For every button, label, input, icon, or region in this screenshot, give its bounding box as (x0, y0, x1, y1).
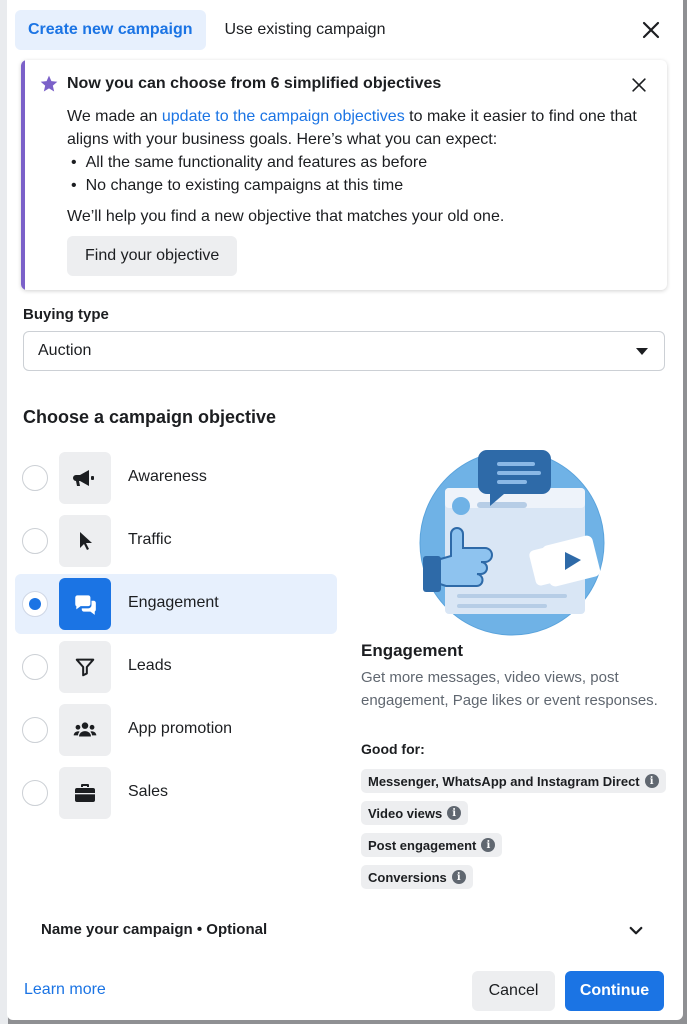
notice-accent-bar (21, 60, 25, 290)
chip-label: Post engagement (368, 837, 477, 853)
radio-button[interactable] (22, 591, 48, 617)
people-icon (59, 704, 111, 756)
objective-label: Traffic (128, 531, 172, 548)
notice-help-text: We’ll help you find a new objective that… (67, 208, 505, 225)
tab-use-existing-campaign[interactable]: Use existing campaign (212, 10, 399, 50)
objectives-notice: Now you can choose from 6 simplified obj… (21, 60, 667, 290)
campaign-tabs: Create new campaign Use existing campaig… (15, 10, 398, 50)
good-for-chip: Conversions i (361, 865, 473, 889)
info-icon[interactable]: i (451, 870, 466, 884)
objective-list: Awareness Traffic Engagement Leads App p… (15, 448, 337, 826)
objective-detail-title: Engagement (361, 641, 464, 660)
cursor-icon (59, 515, 111, 567)
objective-label: App promotion (128, 720, 233, 737)
chip-label: Messenger, WhatsApp and Instagram Direct (368, 773, 640, 789)
objective-awareness[interactable]: Awareness (15, 448, 337, 508)
info-icon[interactable]: i (644, 774, 659, 788)
objective-app-promotion[interactable]: App promotion (15, 700, 337, 760)
buying-type-select[interactable]: Auction (23, 331, 665, 371)
good-for-label: Good for: (361, 741, 425, 757)
notice-close-icon[interactable] (629, 75, 649, 95)
good-for-chip: Post engagement i (361, 833, 503, 857)
radio-button[interactable] (22, 717, 48, 743)
notice-body-prefix: We made an (67, 108, 162, 125)
chat-bubbles-icon (59, 578, 111, 630)
find-your-objective-button[interactable]: Find your objective (67, 236, 238, 276)
radio-selected-dot (28, 597, 41, 610)
objective-label: Sales (128, 783, 169, 800)
objective-traffic[interactable]: Traffic (15, 511, 337, 571)
info-icon[interactable]: i (481, 838, 496, 852)
cancel-button[interactable]: Cancel (472, 971, 555, 1011)
star-icon (40, 75, 58, 92)
funnel-icon (59, 641, 111, 693)
radio-button[interactable] (22, 528, 48, 554)
campaign-dialog: Create new campaign Use existing campaig… (7, 0, 683, 1020)
continue-button[interactable]: Continue (565, 971, 664, 1011)
objective-leads[interactable]: Leads (15, 637, 337, 697)
objective-section-title: Choose a campaign objective (23, 407, 277, 427)
objective-label: Awareness (128, 468, 207, 485)
good-for-chip: Video views i (361, 801, 469, 825)
chip-label: Video views (368, 805, 443, 821)
radio-button[interactable] (22, 780, 48, 806)
list-item: All the same functionality and features … (71, 151, 647, 174)
objective-sales[interactable]: Sales (15, 763, 337, 823)
radio-button[interactable] (22, 654, 48, 680)
objective-label: Leads (128, 657, 172, 674)
chevron-down-icon[interactable] (627, 922, 645, 940)
info-icon[interactable]: i (447, 806, 462, 820)
objectives-update-link[interactable]: update to the campaign objectives (162, 108, 405, 125)
close-icon[interactable] (639, 18, 663, 42)
notice-bullets: All the same functionality and features … (71, 151, 647, 197)
chip-label: Conversions (368, 869, 447, 885)
briefcase-icon (59, 767, 111, 819)
radio-button[interactable] (22, 465, 48, 491)
objective-engagement[interactable]: Engagement (15, 574, 337, 634)
tab-create-new-campaign[interactable]: Create new campaign (15, 10, 206, 50)
list-item: No change to existing campaigns at this … (71, 174, 647, 197)
notice-body: We made an update to the campaign object… (67, 105, 647, 228)
good-for-chip: Messenger, WhatsApp and Instagram Direct… (361, 769, 666, 793)
learn-more-link[interactable]: Learn more (24, 981, 106, 999)
caret-down-icon (636, 348, 648, 355)
megaphone-icon (59, 452, 111, 504)
notice-title: Now you can choose from 6 simplified obj… (67, 75, 442, 92)
good-for-chips: Messenger, WhatsApp and Instagram Direct… (361, 769, 666, 897)
name-campaign-toggle[interactable]: Name your campaign • Optional (41, 921, 267, 938)
buying-type-label: Buying type (23, 306, 109, 323)
engagement-illustration (419, 450, 605, 636)
objective-label: Engagement (128, 594, 219, 611)
buying-type-value: Auction (38, 342, 92, 359)
objective-detail-description: Get more messages, video views, post eng… (361, 669, 658, 709)
